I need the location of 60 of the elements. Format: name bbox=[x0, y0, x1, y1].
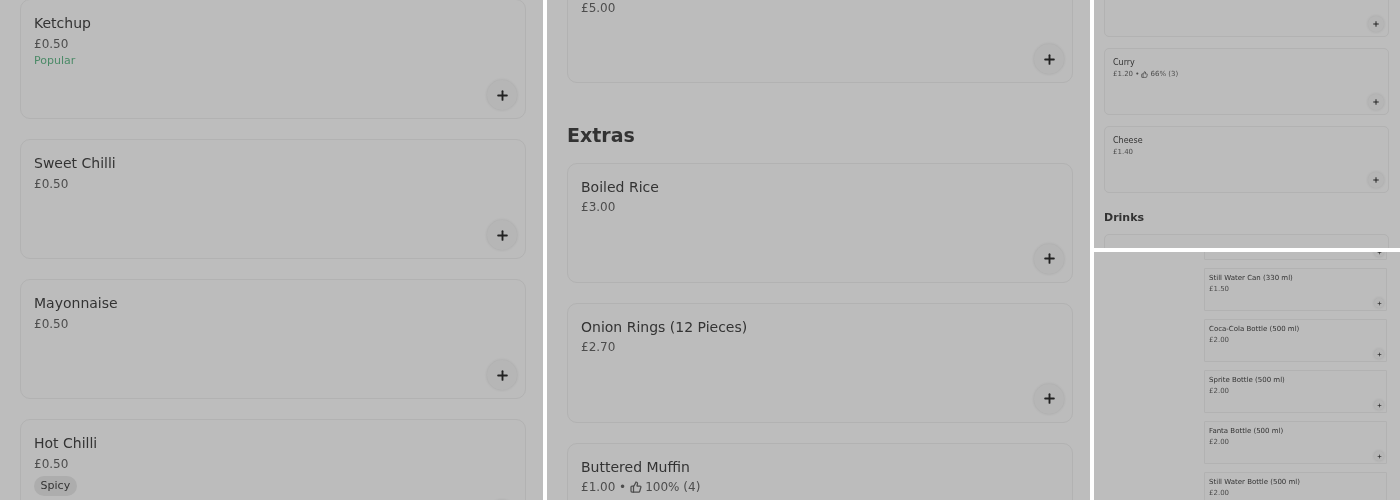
menu-item-card[interactable]: Boiled Rice £3.00 bbox=[567, 162, 1073, 283]
plus-icon bbox=[1376, 300, 1382, 306]
separator-dot: • bbox=[618, 479, 627, 497]
plus-icon bbox=[494, 367, 510, 383]
plus-icon bbox=[1041, 251, 1057, 267]
menu-item-card[interactable]: £5.00 bbox=[567, 0, 1073, 83]
item-price: £0.50 bbox=[34, 35, 69, 53]
item-name: Boiled Rice bbox=[581, 177, 659, 197]
add-button[interactable] bbox=[1368, 94, 1384, 110]
add-button[interactable] bbox=[1034, 44, 1064, 74]
plus-icon bbox=[1041, 391, 1057, 407]
menu-item-card[interactable]: Hot Chilli £0.50 Spicy bbox=[20, 419, 526, 500]
menu-item-card[interactable]: Buttered Muffin £1.00 • 100% (4) bbox=[567, 442, 1073, 500]
item-name: Sweet Chilli bbox=[34, 154, 116, 173]
item-price: £0.50 bbox=[34, 455, 69, 473]
add-button[interactable] bbox=[487, 220, 517, 250]
plus-icon bbox=[1376, 252, 1382, 255]
add-button[interactable] bbox=[487, 80, 517, 110]
item-price: £5.00 bbox=[581, 0, 616, 17]
plus-icon bbox=[1041, 51, 1057, 67]
plus-icon bbox=[1372, 98, 1380, 106]
item-price: £0.50 bbox=[34, 175, 69, 193]
item-price: £0.50 bbox=[34, 315, 69, 333]
add-button[interactable] bbox=[1368, 16, 1384, 32]
add-button[interactable] bbox=[1368, 172, 1384, 188]
add-button[interactable] bbox=[487, 360, 517, 390]
thumbs-up-icon bbox=[1141, 71, 1149, 79]
add-button[interactable] bbox=[1374, 349, 1384, 359]
item-name: Curry bbox=[1113, 57, 1135, 69]
item-price: £1.00 bbox=[581, 479, 616, 497]
item-rating: 100% (4) bbox=[645, 479, 701, 497]
item-price: £2.70 bbox=[581, 339, 616, 357]
item-name: Ketchup bbox=[34, 14, 91, 33]
item-name: Onion Rings (12 Pieces) bbox=[581, 317, 748, 337]
plus-icon bbox=[1376, 453, 1382, 459]
plus-icon bbox=[494, 87, 510, 103]
item-name: Mayonnaise bbox=[34, 294, 118, 313]
plus-icon bbox=[494, 227, 510, 243]
add-button[interactable] bbox=[1374, 298, 1384, 308]
plus-icon bbox=[1372, 20, 1380, 28]
item-name: Cheese bbox=[1113, 135, 1143, 147]
section-heading: Extras bbox=[567, 123, 636, 148]
menu-item-card[interactable]: Onion Rings (12 Pieces) £2.70 bbox=[567, 302, 1073, 423]
add-button[interactable] bbox=[1034, 383, 1064, 414]
thumbs-up-icon bbox=[629, 481, 642, 494]
spicy-badge: Spicy bbox=[34, 476, 77, 496]
add-button[interactable] bbox=[1034, 243, 1064, 274]
plus-icon bbox=[1376, 402, 1382, 408]
item-name: Buttered Muffin bbox=[581, 457, 690, 477]
menu-item-card[interactable]: Ketchup £0.50 Popular bbox=[20, 0, 526, 119]
popular-label: Popular bbox=[34, 52, 76, 69]
section-heading: Drinks bbox=[1104, 210, 1146, 226]
item-price: £3.00 bbox=[581, 199, 616, 217]
plus-icon bbox=[1376, 351, 1382, 357]
menu-item-card[interactable]: Sweet Chilli £0.50 bbox=[20, 139, 526, 259]
menu-item-card[interactable]: Mayonnaise £0.50 bbox=[20, 279, 526, 399]
plus-icon bbox=[1372, 176, 1380, 184]
add-button[interactable] bbox=[1374, 451, 1384, 461]
add-button[interactable] bbox=[1374, 400, 1384, 410]
item-name: Hot Chilli bbox=[34, 434, 98, 453]
